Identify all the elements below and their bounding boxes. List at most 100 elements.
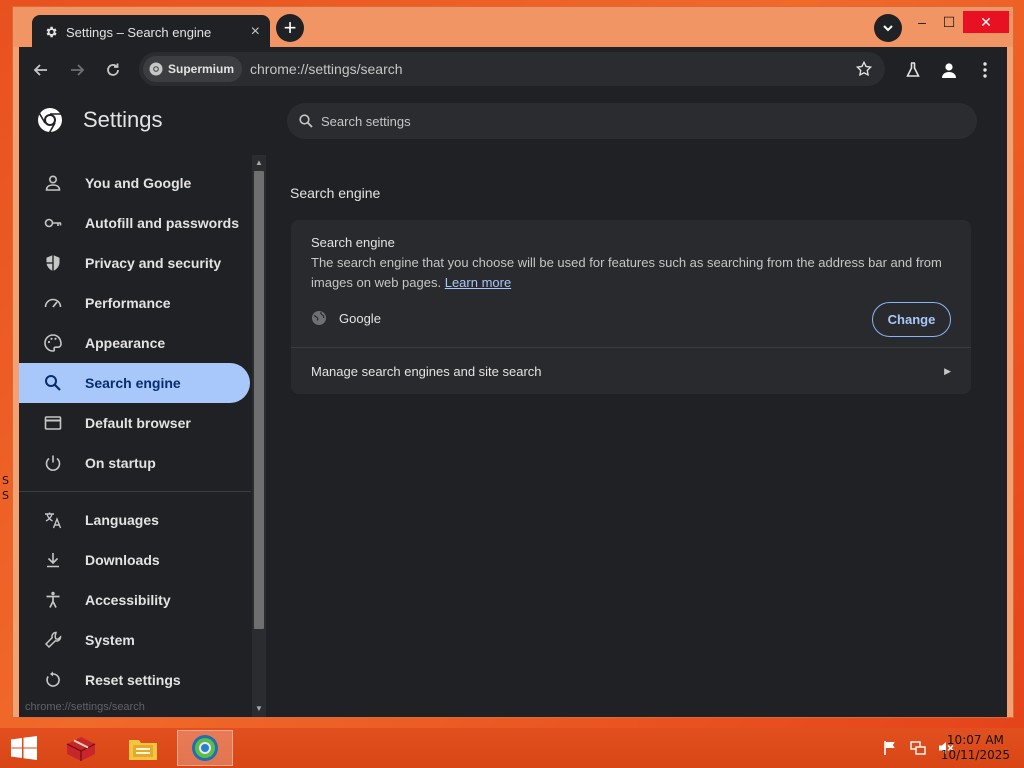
supermium-logo-icon [149,62,163,76]
palette-icon [44,334,62,352]
translate-icon [45,512,62,529]
sidebar-item-label: Default browser [85,415,191,431]
reload-button[interactable] [101,58,125,82]
package-icon [66,737,96,761]
taskbar-app-file-explorer[interactable] [115,730,171,766]
search-icon [45,375,61,391]
back-button[interactable] [29,58,53,82]
close-window-button[interactable]: ✕ [963,11,1009,33]
flask-icon [906,62,920,77]
network-icon[interactable] [910,740,926,756]
globe-icon [312,311,326,325]
description-text: The search engine that you choose will b… [311,255,942,290]
sidebar-item-label: Accessibility [85,592,171,608]
sidebar-item-label: Autofill and passwords [85,215,240,231]
supermium-logo-icon [192,735,218,761]
sidebar-item-system[interactable]: System [19,620,250,660]
card-divider [291,347,971,348]
download-icon [47,553,59,568]
manage-search-engines-link[interactable]: Manage search engines and site search ▶ [311,364,951,379]
search-engine-card: Search engine The search engine that you… [291,220,971,394]
star-icon[interactable] [855,60,873,78]
new-tab-button[interactable]: + [276,14,304,42]
speedometer-icon [44,298,62,308]
sidebar-item-reset-settings[interactable]: Reset settings [19,660,250,700]
section-title: Search engine [290,185,381,201]
desktop-glyph: S [2,474,9,487]
sidebar-item-downloads[interactable]: Downloads [19,540,250,580]
sidebar-scrollbar[interactable]: ▲ ▼ [252,155,266,717]
chromium-logo-icon [38,108,62,133]
sidebar-item-label: Reset settings [85,672,181,688]
taskbar-app-package[interactable] [53,730,109,766]
sidebar-item-default-browser[interactable]: Default browser [19,403,250,443]
chevron-down-icon [883,25,893,32]
reset-icon [46,671,60,687]
sidebar-item-appearance[interactable]: Appearance [19,323,250,363]
close-tab-icon[interactable]: × [251,24,260,40]
search-placeholder: Search settings [321,113,411,129]
flag-icon[interactable] [882,740,898,756]
scrollbar-thumb[interactable] [254,171,264,629]
gear-icon [46,26,57,38]
sidebar-item-label: System [85,632,135,648]
key-icon [44,218,62,228]
page-title: Settings [83,107,163,132]
sidebar-item-search-engine[interactable]: Search engine [19,363,250,403]
sidebar-item-label: Languages [85,512,159,528]
reload-icon [107,63,119,76]
card-description: The search engine that you choose will b… [311,253,951,293]
sidebar-item-label: You and Google [85,175,192,191]
search-settings-input[interactable]: Search settings [287,103,977,139]
accessibility-icon [46,591,60,608]
sidebar-item-accessibility[interactable]: Accessibility [19,580,250,620]
sidebar-item-languages[interactable]: Languages [19,500,250,540]
address-bar[interactable]: Supermium chrome://settings/search [139,52,885,86]
person-icon [45,175,61,191]
windows-start-button[interactable] [10,736,38,760]
sidebar-item-label: Privacy and security [85,255,222,271]
desktop-glyph: S [2,489,9,502]
browser-toolbar: Supermium chrome://settings/search [19,47,1007,93]
site-chip[interactable]: Supermium [143,56,243,82]
card-title: Search engine [311,235,395,250]
kebab-menu-icon [983,62,987,78]
taskbar: 10:07 AM 10/11/2025 [0,728,1024,768]
sidebar-item-you-and-google[interactable]: You and Google [19,163,250,203]
minimize-button[interactable]: – [911,11,933,33]
wrench-icon [44,631,62,649]
sidebar-item-privacy[interactable]: Privacy and security [19,243,250,283]
arrow-right-icon [71,64,85,76]
tab-search-button[interactable] [874,14,902,42]
clock-date: 10/11/2025 [940,748,1010,762]
sidebar-item-label: On startup [85,455,156,471]
profile-button[interactable] [937,58,961,82]
forward-button[interactable] [65,58,89,82]
chevron-right-icon: ▶ [944,366,951,376]
sidebar-item-on-startup[interactable]: On startup [19,443,250,483]
menu-button[interactable] [973,58,997,82]
sidebar-divider [19,491,251,492]
title-bar: Settings – Search engine × + – ☐ ✕ [13,7,1013,49]
scroll-up-arrow-icon[interactable]: ▲ [254,158,264,168]
sidebar-item-label: Appearance [85,335,166,351]
sidebar-item-performance[interactable]: Performance [19,283,250,323]
shield-icon [46,255,60,271]
tab-title: Settings – Search engine [66,24,212,40]
power-icon [45,455,61,471]
manage-label: Manage search engines and site search [311,364,542,379]
taskbar-clock[interactable]: 10:07 AM 10/11/2025 [941,733,1010,763]
current-engine: Google [311,310,381,326]
profile-icon [942,63,956,78]
browser-icon [44,416,62,430]
sidebar-item-label: Performance [85,295,171,311]
change-button[interactable]: Change [872,302,951,337]
sidebar-item-autofill[interactable]: Autofill and passwords [19,203,250,243]
labs-button[interactable] [901,58,925,82]
taskbar-app-supermium[interactable] [177,730,233,766]
sidebar-item-label: Search engine [85,375,181,391]
maximize-button[interactable]: ☐ [938,11,960,33]
folder-icon [129,740,157,760]
tab-settings[interactable]: Settings – Search engine × [32,15,270,49]
learn-more-link[interactable]: Learn more [445,275,511,290]
